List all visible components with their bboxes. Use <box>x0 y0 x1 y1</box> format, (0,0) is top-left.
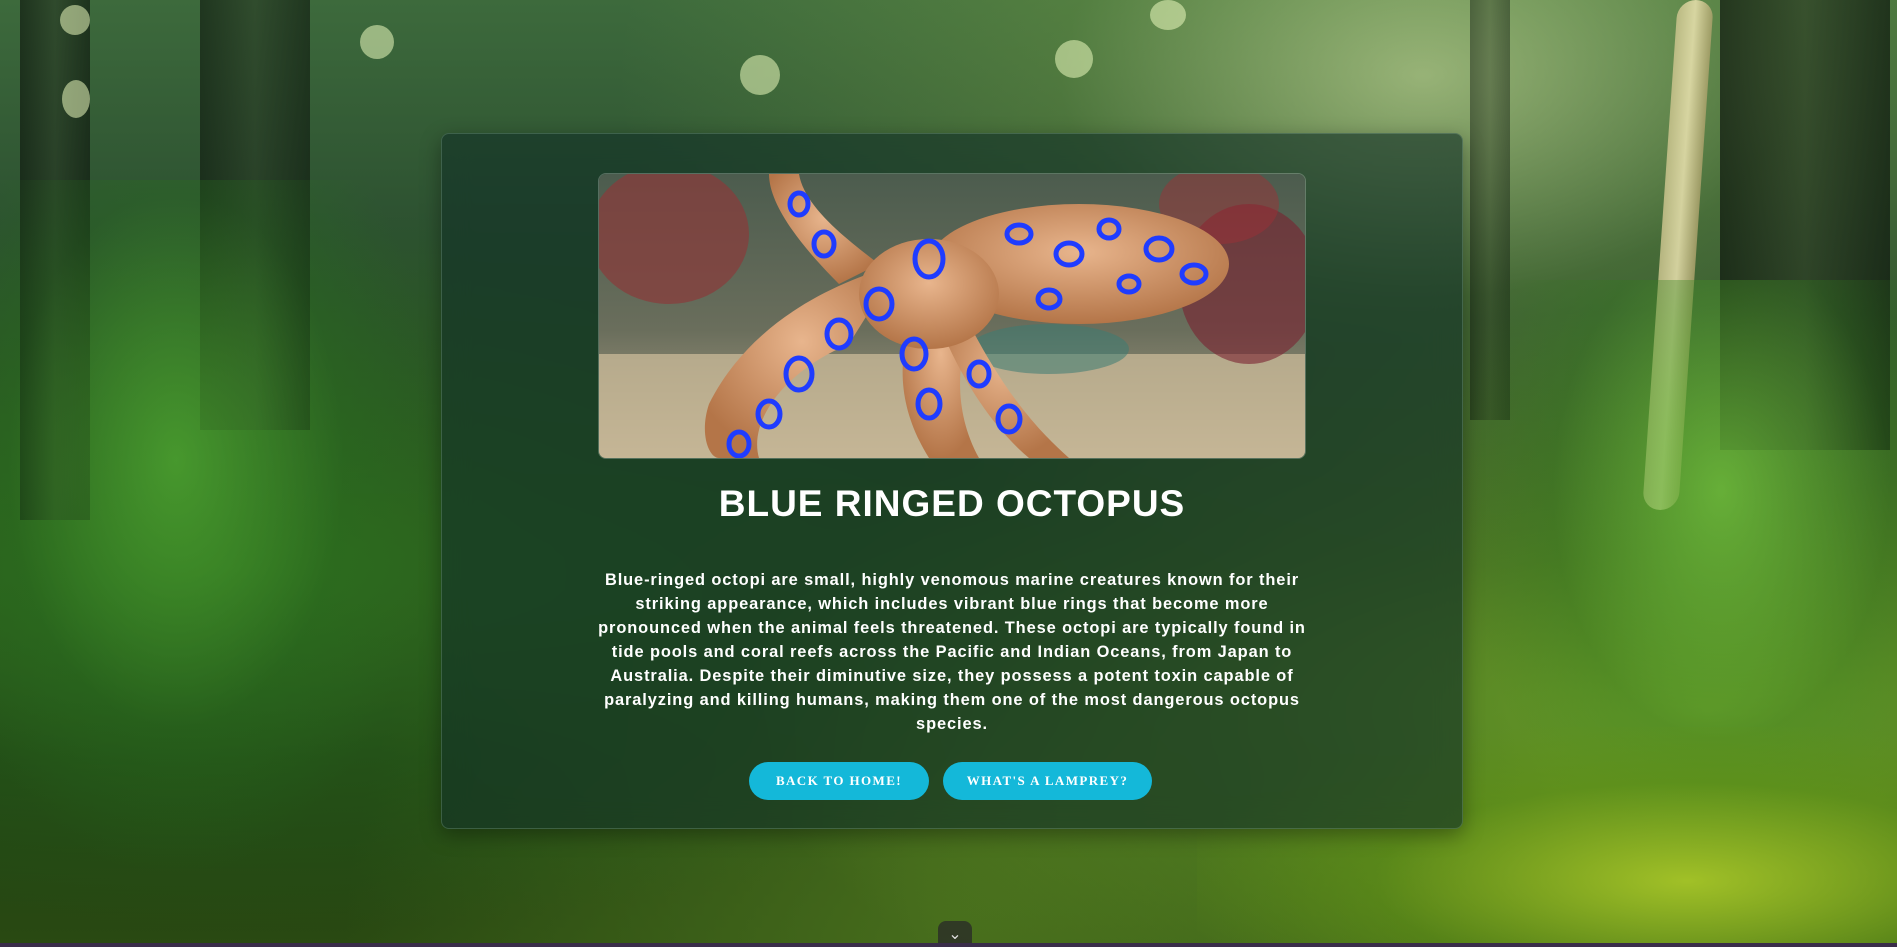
fern-foliage <box>0 180 440 880</box>
bokeh-light <box>60 5 90 35</box>
bottom-strip <box>0 943 1897 947</box>
octopus-image <box>599 174 1305 458</box>
whats-a-lamprey-button[interactable]: WHAT'S A LAMPREY? <box>943 762 1152 800</box>
back-to-home-button[interactable]: BACK TO HOME! <box>749 762 929 800</box>
description-text: Blue-ringed octopi are small, highly ven… <box>598 571 1306 733</box>
bokeh-light <box>1150 0 1186 30</box>
page-title: BLUE RINGED OCTOPUS <box>718 483 1186 524</box>
bokeh-light <box>62 80 90 118</box>
bokeh-light <box>740 55 780 95</box>
octopus-photo <box>598 173 1306 459</box>
info-card: BLUE RINGED OCTOPUS Blue-ringed octopi a… <box>441 133 1463 829</box>
bokeh-light <box>360 25 394 59</box>
bokeh-light <box>1055 40 1093 78</box>
page-background: BLUE RINGED OCTOPUS Blue-ringed octopi a… <box>0 0 1897 947</box>
